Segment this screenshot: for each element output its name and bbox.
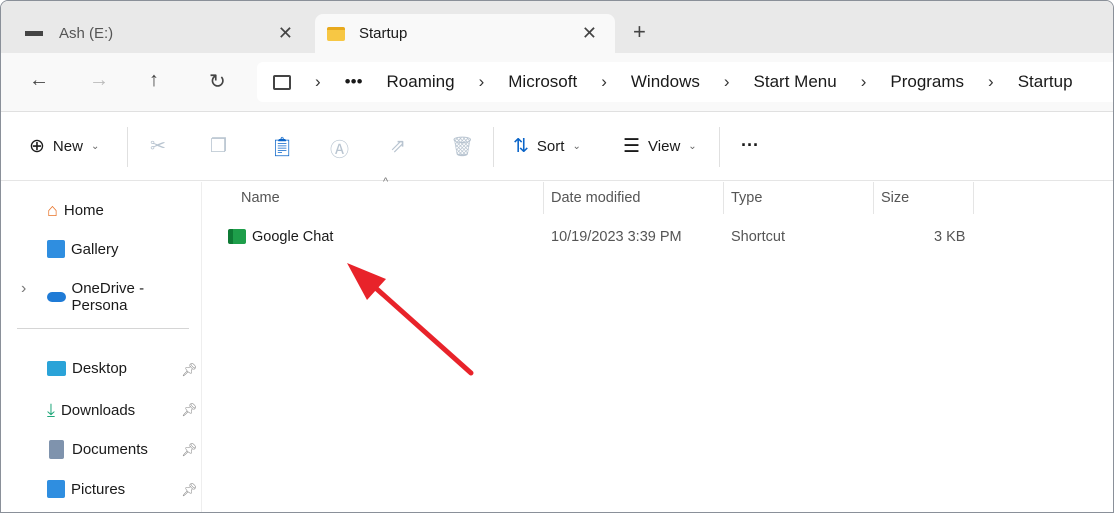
red-arrow-annotation (347, 263, 474, 376)
file-explorer-window: Ash (E:) ✕ Startup ✕ + ← → ↑ ↻ › ••• Roa… (0, 0, 1114, 513)
